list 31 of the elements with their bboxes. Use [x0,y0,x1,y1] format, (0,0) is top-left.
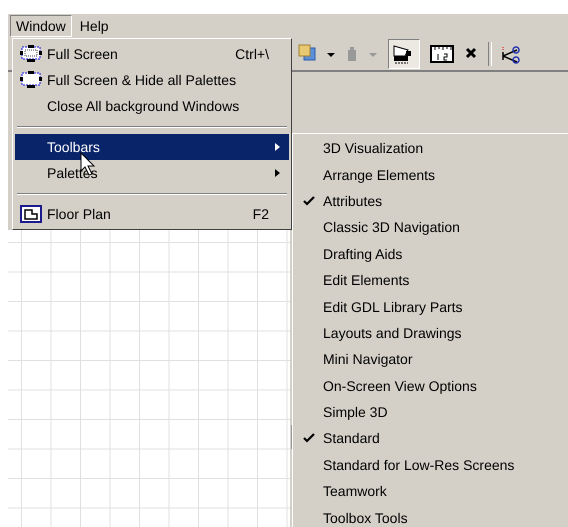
menu-item[interactable]: Attributes [295,188,568,214]
menu-item[interactable]: Mini Navigator [295,346,568,373]
menu-item[interactable]: Full Screen & Hide all Palettes [15,67,289,93]
submenu-arrow-icon [275,142,281,152]
menu-item[interactable]: Classic 3D Navigation [295,214,568,241]
menu-item[interactable]: Edit Elements [295,266,568,294]
ruler-icon[interactable] [430,44,454,64]
monitor-icon [20,71,42,89]
menu-item[interactable]: Edit GDL Library Parts [295,293,568,320]
submenu-arrow-icon [275,168,281,178]
menu-item[interactable]: Drafting Aids [295,240,568,267]
menu-item[interactable]: Full Screen Ctrl+\ [15,41,289,67]
menu-item[interactable]: Standard [295,425,568,452]
menu-item[interactable]: Toolbars [15,134,289,160]
menu-item[interactable]: Toolbox Tools [295,504,568,527]
menu-item[interactable]: Arrange Elements [295,161,568,188]
layout-tool-button[interactable] [388,39,420,69]
menu-item[interactable]: Simple 3D [295,398,568,426]
menu-item[interactable]: On-Screen View Options [295,372,568,399]
menu-item[interactable]: Teamwork [295,478,568,504]
menu-item[interactable]: Floor Plan F2 [15,201,289,227]
floor-plan-icon [20,205,42,223]
menu-title[interactable]: Help [74,15,115,37]
menu-item[interactable]: Layouts and Drawings [295,320,568,346]
monitor-icon [20,45,42,63]
menu-item[interactable]: Close All background Windows [15,93,289,119]
menu-item[interactable]: 3D Visualization [295,135,568,162]
menu-title[interactable]: Window [10,15,72,37]
menu-item[interactable]: Standard for Low-Res Screens [295,452,568,478]
scissors-icon[interactable] [502,44,520,64]
menu-item[interactable]: Palettes [15,160,289,186]
